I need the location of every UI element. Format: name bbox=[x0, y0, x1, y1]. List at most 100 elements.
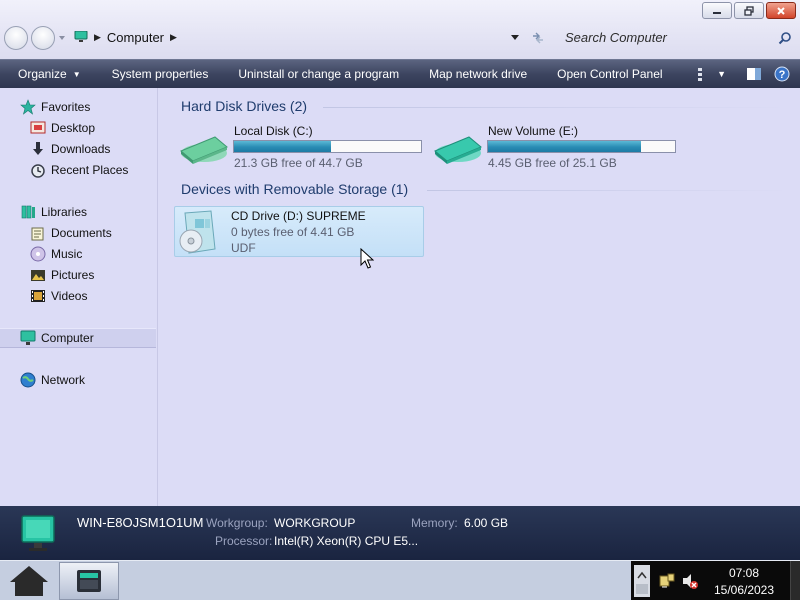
breadcrumb-arrow-icon[interactable]: ▶ bbox=[170, 32, 177, 43]
breadcrumb-arrow-icon[interactable]: ▶ bbox=[94, 32, 101, 43]
computer-icon bbox=[74, 31, 88, 42]
search-input[interactable] bbox=[556, 30, 766, 45]
clock-time[interactable]: 07:08 bbox=[701, 566, 787, 580]
nav-pictures[interactable]: Pictures bbox=[30, 265, 94, 285]
nav-favorites-label: Favorites bbox=[41, 100, 91, 114]
drive-usage-fill bbox=[234, 141, 332, 152]
minimize-button[interactable] bbox=[702, 2, 732, 19]
nav-libraries[interactable]: Libraries bbox=[20, 202, 87, 222]
change-view-icon[interactable] bbox=[695, 66, 711, 82]
workgroup-label: Workgroup: bbox=[206, 516, 268, 530]
minimize-icon bbox=[713, 11, 721, 14]
volume-muted-icon[interactable] bbox=[681, 572, 699, 590]
back-button[interactable] bbox=[4, 26, 28, 50]
nav-downloads[interactable]: Downloads bbox=[30, 139, 110, 159]
organize-label: Organize bbox=[18, 67, 67, 81]
drive-usage-fill bbox=[488, 141, 642, 152]
organize-menu[interactable]: Organize ▼ bbox=[0, 60, 93, 88]
address-dropdown-icon[interactable] bbox=[510, 33, 520, 41]
home-icon bbox=[10, 566, 48, 596]
memory-value: 6.00 GB bbox=[464, 516, 509, 530]
group-divider bbox=[323, 107, 791, 108]
desktop-icon bbox=[30, 121, 46, 134]
drive-name: New Volume (E:) bbox=[488, 124, 579, 138]
content-pane: Hard Disk Drives (2) Local Disk (C:) 21.… bbox=[159, 88, 800, 506]
preview-pane-icon[interactable] bbox=[746, 66, 762, 82]
system-properties-button[interactable]: System properties bbox=[93, 60, 221, 88]
cd-drive-free-space: 0 bytes free of 4.41 GB bbox=[231, 225, 355, 239]
drive-usage-bar bbox=[233, 140, 422, 153]
nav-videos[interactable]: Videos bbox=[30, 286, 87, 306]
maximize-button[interactable] bbox=[734, 2, 764, 19]
nav-desktop[interactable]: Desktop bbox=[30, 118, 95, 138]
nav-documents[interactable]: Documents bbox=[30, 223, 112, 243]
hard-drive-icon bbox=[180, 136, 228, 164]
drive-usage-bar bbox=[487, 140, 676, 153]
breadcrumb-computer[interactable]: Computer bbox=[107, 30, 164, 45]
show-desktop-button[interactable] bbox=[790, 561, 800, 600]
pictures-icon bbox=[31, 270, 45, 281]
computer-icon bbox=[20, 330, 36, 345]
navigation-pane: Favorites Desktop Downloads Recent Place… bbox=[0, 88, 158, 506]
drive-free-space: 21.3 GB free of 44.7 GB bbox=[234, 156, 363, 170]
nav-pictures-label: Pictures bbox=[51, 268, 95, 282]
drive-tile-c[interactable]: Local Disk (C:) 21.3 GB free of 44.7 GB bbox=[177, 121, 427, 173]
view-options-chevron-icon[interactable]: ▼ bbox=[717, 69, 726, 79]
download-arrow-icon bbox=[33, 142, 43, 155]
group-header-hard-disks[interactable]: Hard Disk Drives (2) bbox=[181, 98, 307, 114]
system-tray: 07:08 15/06/2023 bbox=[631, 561, 800, 600]
drive-free-space: 4.45 GB free of 25.1 GB bbox=[488, 156, 617, 170]
recent-pages-dropdown-icon[interactable] bbox=[58, 34, 66, 42]
restore-icon bbox=[744, 5, 754, 16]
toolbar-right-icons: ▼ ? bbox=[689, 60, 800, 88]
group-header-removable[interactable]: Devices with Removable Storage (1) bbox=[181, 181, 408, 197]
hard-drive-icon bbox=[434, 136, 482, 164]
nav-documents-label: Documents bbox=[51, 226, 112, 240]
start-button[interactable] bbox=[3, 563, 55, 599]
search-box[interactable] bbox=[556, 25, 796, 50]
chevron-down-icon: ▼ bbox=[72, 69, 81, 79]
svg-text:?: ? bbox=[779, 69, 786, 81]
star-icon bbox=[20, 99, 36, 115]
cd-drive-name: CD Drive (D:) SUPREME bbox=[231, 209, 366, 223]
nav-favorites[interactable]: Favorites bbox=[20, 97, 90, 117]
taskbar: 07:08 15/06/2023 bbox=[0, 560, 800, 600]
close-button[interactable] bbox=[766, 2, 796, 19]
address-bar[interactable]: ▶ Computer ▶ bbox=[68, 25, 526, 49]
uninstall-program-button[interactable]: Uninstall or change a program bbox=[220, 60, 411, 88]
computer-icon bbox=[21, 515, 55, 551]
window-titlebar: ▶ Computer ▶ bbox=[0, 0, 800, 60]
help-icon[interactable]: ? bbox=[774, 66, 790, 82]
network-status-icon[interactable] bbox=[658, 572, 676, 590]
workgroup-value: WORKGROUP bbox=[274, 516, 356, 530]
processor-value: Intel(R) Xeon(R) CPU E5... bbox=[274, 534, 419, 548]
drive-tile-e[interactable]: New Volume (E:) 4.45 GB free of 25.1 GB bbox=[431, 121, 681, 173]
forward-button[interactable] bbox=[31, 26, 55, 50]
memory-label: Memory: bbox=[411, 516, 458, 530]
nav-libraries-label: Libraries bbox=[41, 205, 88, 219]
mouse-cursor-icon bbox=[360, 248, 374, 269]
nav-music[interactable]: Music bbox=[30, 244, 82, 264]
nav-desktop-label: Desktop bbox=[51, 121, 96, 135]
cd-drive-tile[interactable]: CD Drive (D:) SUPREME 0 bytes free of 4.… bbox=[174, 206, 424, 257]
nav-network[interactable]: Network bbox=[20, 370, 85, 390]
drive-name: Local Disk (C:) bbox=[234, 124, 313, 138]
close-icon bbox=[777, 6, 785, 15]
libraries-icon bbox=[21, 205, 35, 219]
clock-date[interactable]: 15/06/2023 bbox=[701, 583, 787, 597]
nav-recent-places[interactable]: Recent Places bbox=[30, 160, 128, 180]
nav-computer[interactable]: Computer bbox=[0, 328, 156, 348]
processor-label: Processor: bbox=[215, 534, 273, 548]
explorer-icon bbox=[77, 570, 101, 592]
window-controls bbox=[702, 2, 796, 19]
refresh-icon[interactable] bbox=[530, 30, 546, 46]
network-globe-icon bbox=[20, 372, 36, 388]
nav-network-label: Network bbox=[41, 373, 86, 387]
videos-icon bbox=[31, 290, 45, 302]
show-hidden-icons-icon[interactable] bbox=[633, 564, 651, 598]
map-network-drive-button[interactable]: Map network drive bbox=[411, 60, 539, 88]
search-icon[interactable] bbox=[778, 31, 792, 45]
open-control-panel-button[interactable]: Open Control Panel bbox=[539, 60, 674, 88]
taskbar-explorer-button[interactable] bbox=[59, 562, 119, 600]
recent-places-icon bbox=[31, 164, 45, 178]
